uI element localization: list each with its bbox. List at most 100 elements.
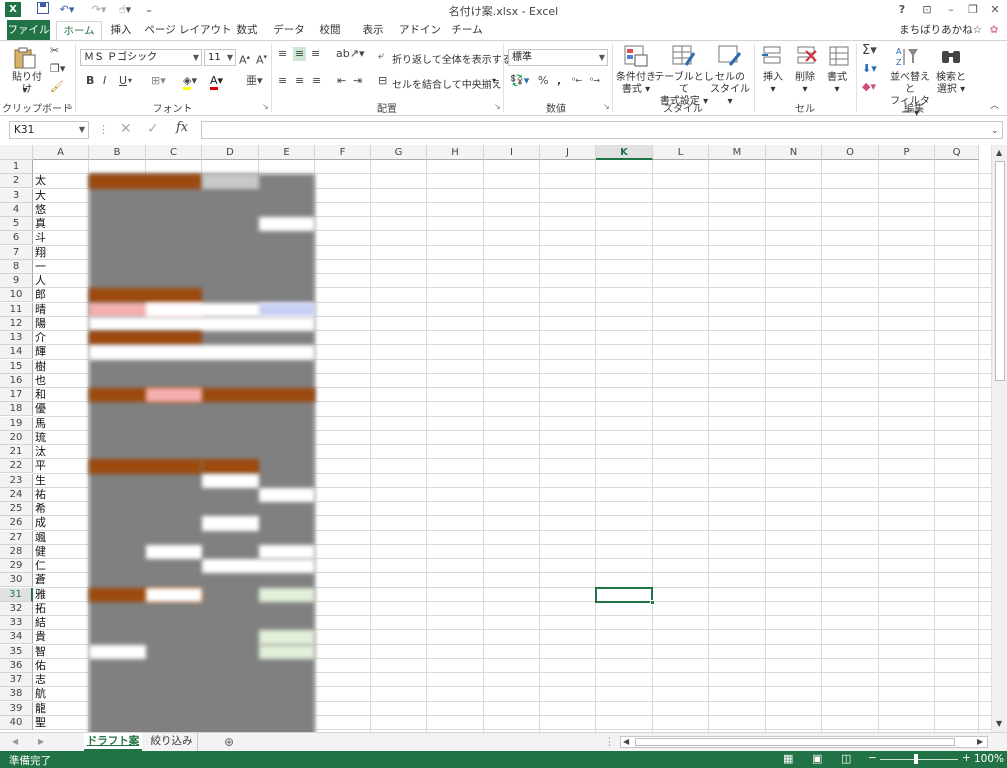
zoom-out-icon[interactable]: − <box>868 752 877 764</box>
number-format-select[interactable]: 標準 ▼ <box>508 49 608 66</box>
tab-page-layout[interactable]: ページ レイアウト <box>144 21 232 40</box>
underline-button[interactable]: U <box>119 74 127 88</box>
scroll-left-icon[interactable]: ◀ <box>623 735 629 749</box>
row-header-32[interactable]: 32 <box>0 601 33 616</box>
tab-addins[interactable]: アドイン <box>399 21 441 40</box>
column-header-l[interactable]: L <box>653 145 709 160</box>
row-header-6[interactable]: 6 <box>0 231 33 246</box>
row-header-18[interactable]: 18 <box>0 402 33 417</box>
cell-a13[interactable]: 介 <box>35 331 46 345</box>
clipboard-launcher-icon[interactable]: ↘ <box>66 102 73 111</box>
row-header-31[interactable]: 31 <box>0 587 33 602</box>
align-center-icon[interactable]: ≡ <box>295 74 304 88</box>
horizontal-scrollbar[interactable]: ◀ ▶ <box>620 736 988 748</box>
percent-button[interactable]: % <box>538 74 548 88</box>
wrap-text-icon[interactable]: ⤶ <box>378 49 384 63</box>
row-header-19[interactable]: 19 <box>0 416 33 431</box>
cell-a39[interactable]: 龍 <box>35 702 46 716</box>
font-size-select[interactable]: 11 ▼ <box>204 49 236 66</box>
worksheet-grid[interactable]: ABCDEFGHIJKLMNOPQ 1 2 3 4 5 6 7 8 9 10 11 12 13 14 15 1… <box>0 145 1007 732</box>
paste-dropdown-icon[interactable]: ▾ <box>20 85 30 97</box>
row-header-39[interactable]: 39 <box>0 701 33 716</box>
decrease-indent-icon[interactable]: ⇤ <box>337 74 346 88</box>
row-header-9[interactable]: 9 <box>0 274 33 288</box>
merge-dropdown-icon[interactable]: ▾ <box>492 76 496 85</box>
column-header-c[interactable]: C <box>146 145 202 160</box>
row-header-10[interactable]: 10 <box>0 288 33 303</box>
bold-button[interactable]: B <box>86 74 94 88</box>
format-cells-button[interactable]: 書式 ▾ <box>822 72 852 96</box>
tab-insert[interactable]: 挿入 <box>104 21 138 40</box>
fill-color-icon[interactable]: ◈▾ <box>183 74 197 90</box>
cell-a35[interactable]: 智 <box>35 645 46 659</box>
cell-a2[interactable]: 太 <box>35 174 46 188</box>
cell-a19[interactable]: 馬 <box>35 417 46 431</box>
ribbon-display-icon[interactable]: ⊡ <box>920 2 934 17</box>
row-header-24[interactable]: 24 <box>0 487 33 502</box>
tab-view[interactable]: 表示 <box>356 21 390 40</box>
sheet-tab-filter[interactable]: 絞り込み <box>146 733 198 751</box>
row-header-25[interactable]: 25 <box>0 502 33 516</box>
page-break-view-icon[interactable]: ◫ <box>841 752 851 765</box>
horizontal-scroll-thumb[interactable] <box>635 738 955 746</box>
row-header-37[interactable]: 37 <box>0 673 33 687</box>
format-painter-icon[interactable]: 🖌 <box>50 80 64 94</box>
cell-a6[interactable]: 斗 <box>35 231 46 245</box>
cell-a20[interactable]: 琉 <box>35 431 46 445</box>
merge-center-button[interactable]: セルを結合して中央揃え <box>392 76 502 91</box>
active-cell[interactable] <box>595 586 655 605</box>
cell-a40[interactable]: 聖 <box>35 716 46 730</box>
cell-a27[interactable]: 颯 <box>35 531 46 545</box>
alignment-launcher-icon[interactable]: ↘ <box>494 102 501 111</box>
find-select-button[interactable]: 検索と 選択 ▾ <box>932 72 970 96</box>
copy-icon[interactable]: ❐▾ <box>50 62 65 76</box>
cell-a14[interactable]: 輝 <box>35 345 46 359</box>
align-right-icon[interactable]: ≡ <box>312 74 321 88</box>
cell-a29[interactable]: 仁 <box>35 559 46 573</box>
row-header-22[interactable]: 22 <box>0 459 33 474</box>
cell-a16[interactable]: 也 <box>35 374 46 388</box>
collapse-ribbon-icon[interactable]: ︿ <box>990 99 999 113</box>
scroll-right-icon[interactable]: ▶ <box>977 735 983 749</box>
cell-a21[interactable]: 汰 <box>35 445 46 459</box>
column-header-m[interactable]: M <box>709 145 766 160</box>
column-header-d[interactable]: D <box>202 145 259 160</box>
row-header-35[interactable]: 35 <box>0 644 33 659</box>
row-header-14[interactable]: 14 <box>0 345 33 360</box>
column-header-i[interactable]: I <box>484 145 540 160</box>
scroll-up-icon[interactable]: ▲ <box>996 146 1002 160</box>
increase-decimal-icon[interactable]: ⁰← <box>572 74 582 88</box>
currency-icon[interactable]: 💱▾ <box>510 74 529 88</box>
comma-button[interactable]: , <box>557 74 561 88</box>
cell-a31[interactable]: 雅 <box>35 588 46 602</box>
row-header-7[interactable]: 7 <box>0 245 33 260</box>
format-as-table-icon[interactable] <box>672 45 696 67</box>
cell-a5[interactable]: 真 <box>35 217 46 231</box>
phonetic-icon[interactable]: 亜▾ <box>246 74 263 88</box>
row-header-20[interactable]: 20 <box>0 430 33 445</box>
column-header-f[interactable]: F <box>315 145 371 160</box>
orientation-icon[interactable]: ab↗▾ <box>336 47 364 61</box>
tab-formulas[interactable]: 数式 <box>230 21 264 40</box>
row-header-23[interactable]: 23 <box>0 473 33 488</box>
formula-input[interactable] <box>201 121 1003 139</box>
align-bottom-icon[interactable]: ≡ <box>311 47 320 61</box>
merge-center-icon[interactable]: ⊟ <box>378 74 387 88</box>
cell-a3[interactable]: 大 <box>35 189 46 203</box>
expand-formula-icon[interactable]: ⌄ <box>991 124 999 138</box>
cell-a28[interactable]: 健 <box>35 545 46 559</box>
column-header-a[interactable]: A <box>33 145 89 160</box>
font-launcher-icon[interactable]: ↘ <box>262 102 269 111</box>
fill-icon[interactable]: ⬇▾ <box>862 62 877 76</box>
normal-view-icon[interactable]: ▦ <box>783 752 793 765</box>
tab-home[interactable]: ホーム <box>56 21 102 40</box>
number-launcher-icon[interactable]: ↘ <box>603 102 610 111</box>
cell-a24[interactable]: 祐 <box>35 488 46 502</box>
tab-data[interactable]: データ <box>270 21 308 40</box>
select-all-corner[interactable] <box>0 145 33 160</box>
cell-a4[interactable]: 悠 <box>35 203 46 217</box>
cell-a37[interactable]: 志 <box>35 673 46 687</box>
conditional-format-icon[interactable] <box>624 45 648 67</box>
avatar[interactable]: ✿ <box>984 21 1004 40</box>
font-name-select[interactable]: ＭＳ Ｐゴシック ▼ <box>80 49 202 66</box>
